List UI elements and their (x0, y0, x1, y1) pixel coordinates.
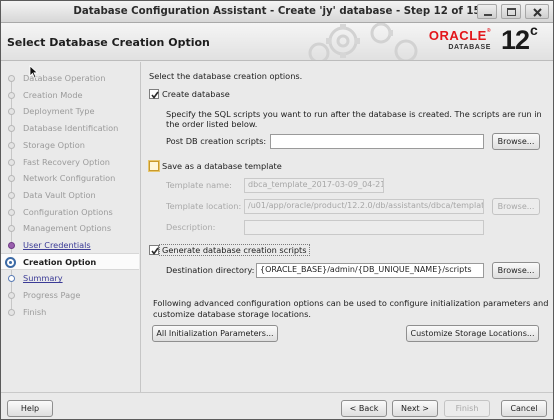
page-header: Select Database Creation Option ORACLE® … (1, 23, 553, 61)
main-panel: Select the database creation options. Cr… (141, 62, 553, 392)
step-status-icon (8, 125, 15, 133)
sidebar-step-deployment-type: Deployment Type (1, 103, 139, 120)
sidebar-step-label: Creation Option (23, 256, 97, 267)
step-status-icon (8, 75, 15, 82)
close-button[interactable] (525, 4, 549, 19)
advanced-options-text-1: Following advanced configuration options… (153, 298, 549, 308)
advanced-options-text-2: customize database storage locations. (153, 309, 311, 319)
create-database-description-1: Specify the SQL scripts you want to run … (166, 109, 542, 119)
sidebar-step-database-identification: Database Identification (1, 120, 139, 137)
template-location-input[interactable]: /u01/app/oracle/product/12.2.0/db/assist… (244, 199, 484, 214)
sidebar-step-management-options: Management Options (1, 220, 139, 237)
destination-directory-input[interactable]: {ORACLE_BASE}/admin/{DB_UNIQUE_NAME}/scr… (256, 263, 484, 278)
step-status-icon (8, 141, 15, 149)
minimize-button[interactable] (477, 4, 497, 19)
footer-bar: Help < Back Next > Finish Cancel (1, 392, 553, 419)
step-status-icon (8, 158, 15, 166)
template-name-label: Template name: (166, 180, 232, 190)
help-button[interactable]: Help (7, 400, 53, 417)
template-location-label: Template location: (166, 201, 242, 211)
save-template-checkbox[interactable] (149, 161, 159, 171)
create-database-description-2: the order listed below. (166, 119, 258, 129)
next-button[interactable]: Next > (392, 400, 438, 417)
generate-scripts-label[interactable]: Generate database creation scripts (159, 244, 310, 256)
step-status-icon (8, 308, 15, 316)
all-initialization-parameters-button[interactable]: All Initialization Parameters... (152, 325, 278, 342)
maximize-icon (507, 8, 516, 16)
template-location-browse-button[interactable]: Browse... (492, 198, 540, 215)
sidebar-step-label: Progress Page (23, 290, 81, 301)
sidebar-step-data-vault-option: Data Vault Option (1, 187, 139, 204)
step-status-icon (5, 256, 16, 268)
sidebar-step-label: Management Options (23, 223, 112, 234)
finish-button[interactable]: Finish (444, 400, 490, 417)
oracle-logo: ORACLE® DATABASE (428, 28, 491, 51)
mouse-cursor-icon (29, 65, 39, 79)
post-scripts-browse-button[interactable]: Browse... (492, 133, 540, 150)
sidebar-step-finish: Finish (1, 304, 139, 321)
sidebar-step-label: Fast Recovery Option (23, 156, 110, 167)
gears-decoration-icon (308, 23, 418, 60)
sidebar-step-label: Configuration Options (23, 206, 113, 217)
sidebar-step-user-credentials[interactable]: User Credentials (1, 237, 139, 254)
page-title: Select Database Creation Option (7, 36, 210, 49)
step-status-icon (8, 275, 15, 283)
title-bar[interactable]: Database Configuration Assistant - Creat… (1, 1, 553, 23)
version-badge: 12c (501, 23, 538, 55)
sidebar-step-label: Creation Mode (23, 89, 83, 100)
template-description-input[interactable] (244, 220, 484, 235)
checkmark-icon (151, 247, 159, 255)
intro-text: Select the database creation options. (149, 71, 303, 81)
step-status-icon (8, 292, 15, 300)
post-scripts-label: Post DB creation scripts: (166, 136, 267, 146)
create-database-checkbox[interactable] (149, 89, 159, 99)
create-database-label[interactable]: Create database (162, 89, 230, 99)
save-template-label[interactable]: Save as a database template (162, 161, 282, 171)
maximize-button[interactable] (501, 4, 521, 19)
generate-scripts-checkbox[interactable] (149, 245, 159, 255)
sidebar-step-creation-mode: Creation Mode (1, 87, 139, 104)
destination-directory-label: Destination directory: (166, 265, 255, 275)
sidebar-step-label: Data Vault Option (23, 189, 96, 200)
sidebar-step-storage-option: Storage Option (1, 137, 139, 154)
minimize-icon (484, 14, 492, 16)
sidebar-step-fast-recovery-option: Fast Recovery Option (1, 154, 139, 171)
destination-browse-button[interactable]: Browse... (492, 262, 540, 279)
sidebar-step-creation-option[interactable]: Creation Option (1, 252, 139, 270)
sidebar-step-label: Network Configuration (23, 173, 116, 184)
step-status-icon (8, 225, 15, 233)
step-status-icon (8, 242, 15, 249)
checkmark-icon (151, 91, 159, 99)
dbca-window: Database Configuration Assistant - Creat… (0, 0, 554, 420)
template-description-label: Description: (166, 222, 216, 232)
sidebar-step-progress-page: Progress Page (1, 287, 139, 304)
sidebar-step-label: Database Identification (23, 123, 119, 134)
sidebar-step-label: Deployment Type (23, 106, 95, 117)
sidebar-step-configuration-options: Configuration Options (1, 204, 139, 221)
sidebar-step-label: Storage Option (23, 139, 85, 150)
sidebar-step-database-operation: Database Operation (1, 70, 139, 87)
close-icon (533, 8, 542, 17)
sidebar-step-summary[interactable]: Summary (1, 270, 139, 287)
step-status-icon (8, 91, 15, 99)
post-scripts-input[interactable] (270, 134, 484, 149)
sidebar-step-label: Summary (23, 273, 63, 284)
sidebar-step-label: Finish (23, 306, 47, 317)
steps-sidebar: Database Operation Creation Mode Deploymen… (1, 62, 139, 392)
cancel-button[interactable]: Cancel (501, 400, 547, 417)
step-status-icon (8, 191, 15, 199)
back-button[interactable]: < Back (341, 400, 387, 417)
step-status-icon (8, 208, 15, 216)
step-status-icon (8, 175, 15, 183)
sidebar-step-network-configuration: Network Configuration (1, 170, 139, 187)
template-name-input[interactable]: dbca_template_2017-03-09_04-21- (244, 178, 384, 193)
customize-storage-locations-button[interactable]: Customize Storage Locations... (406, 325, 539, 342)
sidebar-step-label: User Credentials (23, 240, 91, 250)
window-title: Database Configuration Assistant - Creat… (73, 6, 481, 17)
step-status-icon (8, 108, 15, 116)
